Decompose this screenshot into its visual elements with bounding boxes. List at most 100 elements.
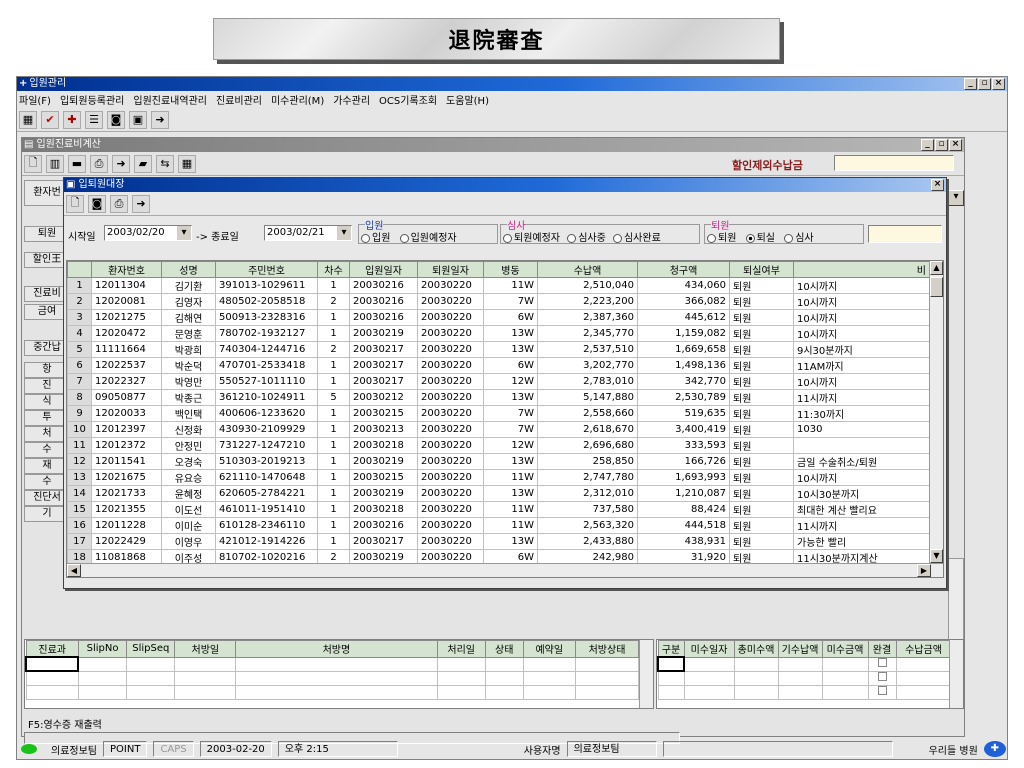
table-cell: 13W xyxy=(483,325,538,342)
ledger-hscroll[interactable]: ◀ ▶ xyxy=(67,563,943,577)
col-resident-no[interactable]: 주민번호 xyxy=(215,261,318,278)
ledger-vscroll[interactable]: ▲ ▼ xyxy=(929,261,943,563)
menu-admission[interactable]: 입퇴원등록관리 xyxy=(60,92,124,107)
new-icon[interactable]: 🗋 xyxy=(24,154,42,173)
ledger-search-icon[interactable]: ◙ xyxy=(88,194,106,213)
save-icon[interactable]: ▥ xyxy=(46,154,64,173)
ledger-print-icon[interactable]: ⎙ xyxy=(110,194,128,213)
radio-discharged[interactable]: 퇴원 xyxy=(707,233,736,244)
table-cell: 11W xyxy=(483,501,538,518)
menu-billing[interactable]: 진료비관리 xyxy=(216,92,262,107)
table-row[interactable]: 3 12021275 김해연 500913-2328316 1 20030216 20030… xyxy=(67,309,930,326)
table-row[interactable]: 14 12021733 윤혜정 620605-2784221 1 20030219 2003… xyxy=(67,485,930,502)
disk-icon[interactable]: ▬ xyxy=(68,154,86,173)
col-patient-no[interactable]: 환자번호 xyxy=(91,261,162,278)
restore-button[interactable]: ▫ xyxy=(978,78,991,90)
scroll-up-icon[interactable]: ▲ xyxy=(930,261,943,275)
folder-icon[interactable]: ▰ xyxy=(134,154,152,173)
menu-help[interactable]: 도움말(H) xyxy=(446,92,489,107)
ledger-new-icon[interactable]: 🗋 xyxy=(66,194,84,213)
menu-bar: 파일(F) 입퇴원등록관리 입원진료내역관리 진료비관리 미수관리(M) 가수관… xyxy=(17,91,1007,108)
col-ward[interactable]: 병동 xyxy=(483,261,538,278)
exit-door-icon[interactable]: ➜ xyxy=(112,154,130,173)
end-date-input[interactable]: 2003/02/21 ▾ xyxy=(264,225,352,241)
end-date-dropdown-icon[interactable]: ▾ xyxy=(337,226,351,240)
table-row[interactable]: 4 12020472 문영훈 780702-1932127 1 20030219 20030… xyxy=(67,325,930,342)
col-received[interactable]: 수납액 xyxy=(537,261,638,278)
list-icon[interactable]: ☰ xyxy=(85,110,103,129)
lower-left-scrollbar[interactable] xyxy=(639,640,653,708)
scroll-down-icon[interactable]: ▼ xyxy=(930,549,943,563)
ledger-exit-icon[interactable]: ➜ xyxy=(132,194,150,213)
billing-restore-button[interactable]: ▫ xyxy=(935,139,948,151)
table-row[interactable]: 17 12022429 이영우 421012-1914226 1 20030217 2003… xyxy=(67,533,930,550)
hospital-icon[interactable]: ✚ xyxy=(63,110,81,129)
ledger-close-button[interactable]: × xyxy=(931,179,944,191)
minimize-button[interactable]: _ xyxy=(964,78,977,90)
table-row[interactable]: 8 09050877 박종근 361210-1024911 5 20030212 20030… xyxy=(67,389,930,406)
monitor-icon[interactable]: ▣ xyxy=(129,110,147,129)
radio-inpatient[interactable]: 입원 xyxy=(361,233,390,244)
start-date-input[interactable]: 2003/02/20 ▾ xyxy=(104,225,192,241)
col-admit-date[interactable]: 입원일자 xyxy=(349,261,418,278)
table-row[interactable]: 12 12011541 오경숙 510303-2019213 1 20030219 2003… xyxy=(67,453,930,470)
calculator-icon[interactable]: ▦ xyxy=(19,110,37,129)
start-date-dropdown-icon[interactable]: ▾ xyxy=(177,226,191,240)
table-cell: 09050877 xyxy=(91,389,162,406)
col-seq[interactable]: 차수 xyxy=(317,261,350,278)
col-checkout[interactable]: 퇴실여부 xyxy=(729,261,794,278)
calendar-icon[interactable]: ▦ xyxy=(178,154,196,173)
transfer-icon[interactable]: ⇆ xyxy=(156,154,174,173)
table-cell: 519,635 xyxy=(637,405,730,422)
table-cell: 12020081 xyxy=(91,293,162,310)
table-row[interactable]: 1 12011304 김기환 391013-1029611 1 20030216 20030… xyxy=(67,277,930,294)
menu-ocs[interactable]: OCS기록조회 xyxy=(379,92,437,107)
right-dropdown[interactable]: ▾ xyxy=(948,190,964,206)
table-row[interactable]: 6 12022537 박순덕 470701-2533418 1 20030217 20030… xyxy=(67,357,930,374)
table-cell: 20030220 xyxy=(417,437,484,454)
col-note[interactable]: 비 xyxy=(793,261,930,278)
billing-close-button[interactable]: × xyxy=(949,139,962,151)
radio-review[interactable]: 심사 xyxy=(784,233,814,244)
table-row[interactable]: 5 11111664 박광희 740304-1244716 2 20030217 20030… xyxy=(67,341,930,358)
col-discharge-date[interactable]: 퇴원일자 xyxy=(417,261,484,278)
right-scrollbar[interactable] xyxy=(948,558,964,646)
table-cell: 이미순 xyxy=(161,517,216,534)
table-row[interactable]: 2 12020081 김영자 480502-2058518 2 20030216 20030… xyxy=(67,293,930,310)
print-icon[interactable]: ⎙ xyxy=(90,154,108,173)
radio-discharge-planned[interactable]: 퇴원예정자 xyxy=(503,233,560,244)
menu-inpatient-treatment[interactable]: 입원진료내역관리 xyxy=(133,92,207,107)
menu-file[interactable]: 파일(F) xyxy=(19,92,51,107)
check-icon[interactable]: ✔ xyxy=(41,110,59,129)
radio-review-done[interactable]: 심사완료 xyxy=(612,233,661,244)
exit-icon[interactable]: ➜ xyxy=(151,110,169,129)
table-cell: 2,747,780 xyxy=(537,469,638,486)
table-row[interactable]: 9 12020033 백인택 400606-1233620 1 20030215 20030… xyxy=(67,405,930,422)
radio-planned[interactable]: 입원예정자 xyxy=(399,233,457,244)
filter-text-input[interactable] xyxy=(868,225,942,243)
col-name[interactable]: 성명 xyxy=(161,261,216,278)
table-row[interactable]: 7 12022327 박영만 550527-1011110 1 20030217 20030… xyxy=(67,373,930,390)
table-row[interactable]: 10 12012397 신정화 430930-2109929 1 20030213 2003… xyxy=(67,421,930,438)
menu-advance[interactable]: 가수관리 xyxy=(333,92,370,107)
table-cell: 20030216 xyxy=(349,309,418,326)
radio-reviewing[interactable]: 심사중 xyxy=(567,233,606,244)
table-row[interactable]: 11 12012372 안정민 731227-1247210 1 20030218 2003… xyxy=(67,437,930,454)
discount-input[interactable] xyxy=(834,155,954,171)
table-row[interactable]: 15 12021355 이도선 461011-1951410 1 20030218 2003… xyxy=(67,501,930,518)
close-button[interactable]: × xyxy=(992,78,1005,90)
scroll-left-icon[interactable]: ◀ xyxy=(67,564,81,577)
billing-minimize-button[interactable]: _ xyxy=(921,139,934,151)
preview-icon[interactable]: ◙ xyxy=(107,110,125,129)
col-claimed[interactable]: 청구액 xyxy=(637,261,730,278)
group-review-label: 심사 xyxy=(507,217,526,232)
menu-receivables[interactable]: 미수관리(M) xyxy=(271,92,324,107)
lower-right-scrollbar[interactable] xyxy=(949,640,963,708)
scroll-thumb[interactable] xyxy=(930,277,943,297)
row-number: 7 xyxy=(67,373,92,390)
table-row[interactable]: 16 12011228 이미순 610128-2346110 1 20030216 2003… xyxy=(67,517,930,534)
scroll-right-icon[interactable]: ▶ xyxy=(917,564,931,577)
table-row[interactable]: 13 12021675 유요승 621110-1470648 1 20030215 2003… xyxy=(67,469,930,486)
radio-ward[interactable]: 퇴실 xyxy=(745,233,775,244)
group-discharge: 퇴원 퇴원 퇴실 심사 xyxy=(704,217,864,244)
